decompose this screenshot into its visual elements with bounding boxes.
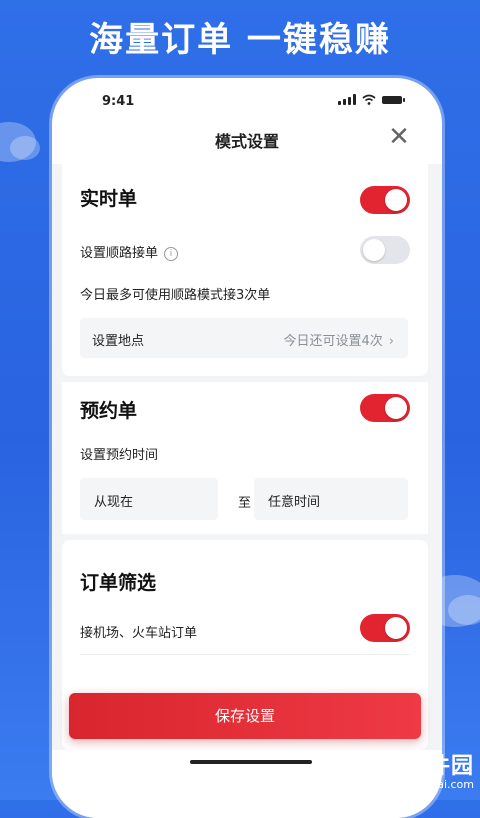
divider [80,654,410,655]
filter-title: 订单筛选 [80,572,157,594]
status-time: 9:41 [102,94,135,109]
watermark-brand: 谷普软件园 [358,754,474,779]
location-value-wrap: 今日还可设置4次 › [284,330,394,349]
realtime-toggle[interactable] [360,186,410,214]
time-to-separator: 至 [238,496,252,511]
save-button[interactable]: 保存设置 [69,693,421,739]
page-title: 模式设置 [214,132,279,151]
info-icon[interactable]: i [164,247,179,261]
location-label: 设置地点 [92,334,145,349]
wifi-icon [362,94,376,105]
watermark-url: www.gupuxiazai.com [357,778,474,791]
reservation-title: 预约单 [80,400,138,422]
reservation-card: 预约单 设置预约时间 从现在 至 任意时间 [62,382,428,534]
close-icon[interactable]: ✕ [386,124,412,150]
realtime-title: 实时单 [80,188,138,210]
airport-label: 接机场、火车站订单 [80,626,198,641]
chevron-right-icon: › [388,334,394,349]
status-bar: 9:41 [52,78,442,120]
realtime-card: 实时单 设置顺路接单 i 今日最多可使用顺路模式接3次单 设置地点 今日还可设置4… [62,164,428,376]
watermark: 谷普软件园 www.gupuxiazai.com [358,748,474,791]
cloud-decoration [10,136,40,160]
cloud-decoration [448,595,480,625]
time-to-value: 任意时间 [268,495,321,510]
nav-bar: 模式设置 ✕ [52,120,442,160]
time-to-field[interactable]: 任意时间 [254,478,408,520]
location-row[interactable]: 设置地点 今日还可设置4次 › [80,318,408,358]
reservation-toggle[interactable] [360,394,410,422]
settings-content: 实时单 设置顺路接单 i 今日最多可使用顺路模式接3次单 设置地点 今日还可设置4… [52,164,442,750]
airport-toggle[interactable] [360,614,410,642]
home-indicator [190,760,312,764]
time-from-value: 从现在 [94,495,134,510]
reservation-time-label: 设置预约时间 [80,448,159,463]
location-value: 今日还可设置4次 [283,334,383,349]
route-row: 设置顺路接单 i [80,242,179,261]
status-icons [338,94,405,105]
time-from-field[interactable]: 从现在 [80,478,218,520]
signal-icon [338,94,356,105]
route-toggle[interactable] [360,236,410,264]
route-note: 今日最多可使用顺路模式接3次单 [80,288,271,303]
banner-headline: 海量订单 一键稳赚 [89,20,391,60]
battery-icon [382,95,405,104]
route-label: 设置顺路接单 [80,246,159,261]
